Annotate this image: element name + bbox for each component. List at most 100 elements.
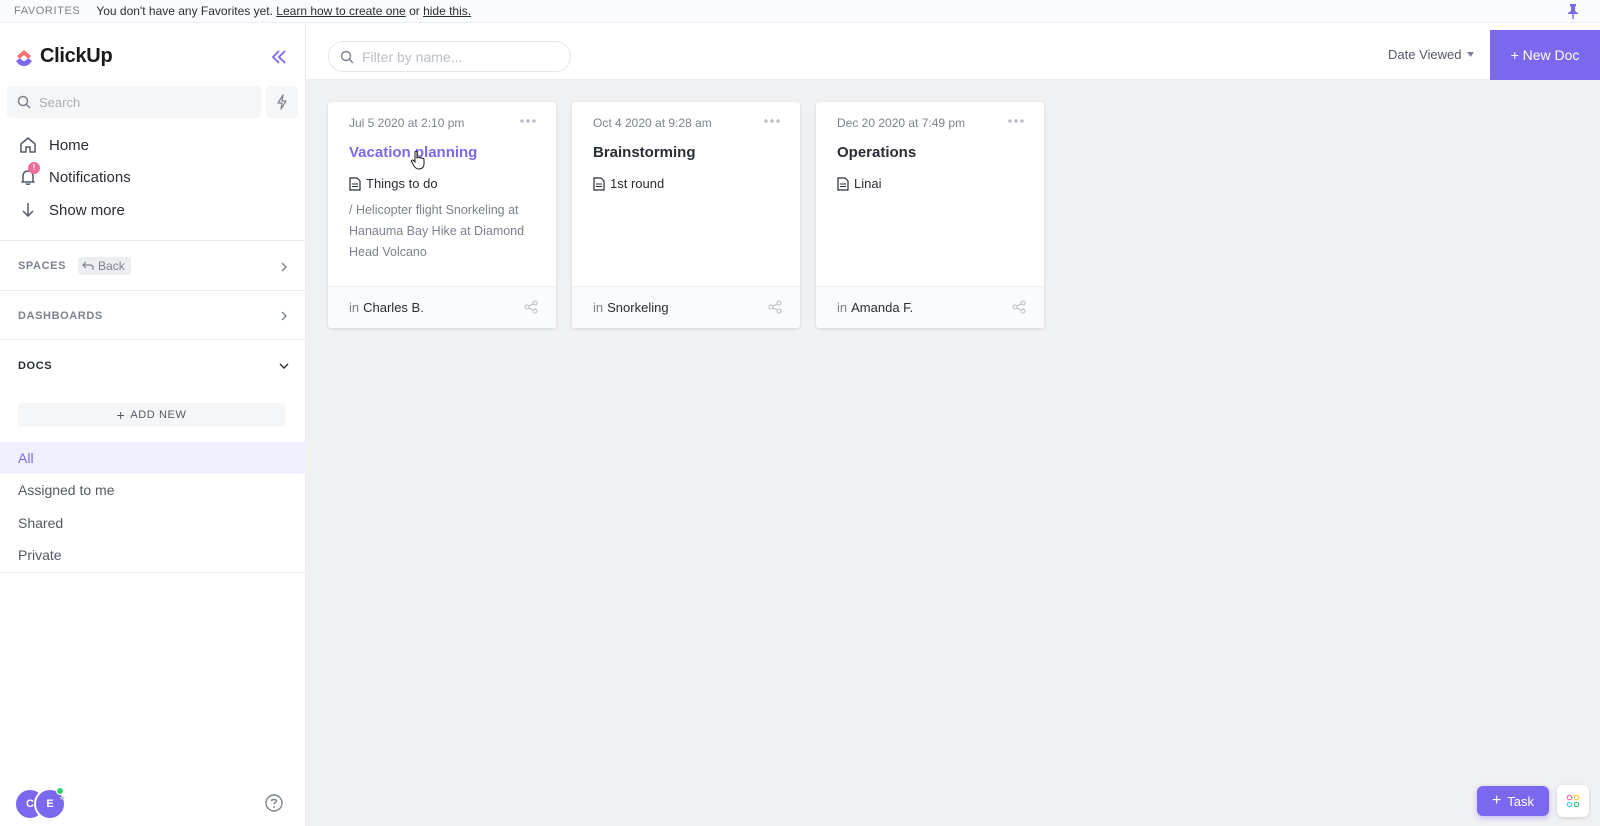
pin-icon[interactable] [1566,3,1580,19]
notification-badge: ! [28,162,40,174]
plus-icon: + [1491,792,1502,809]
doc-card-footer: in Charles B. [328,286,556,328]
doc-filter-assigned[interactable]: Assigned to me [0,474,306,506]
doc-location-prefix: in [349,300,360,315]
search-icon [17,95,31,109]
nav-show-more[interactable]: Show more [18,200,125,220]
caret-down-icon [1467,52,1475,57]
doc-location-prefix: in [837,300,848,315]
share-icon[interactable] [768,300,782,314]
doc-filter-private[interactable]: Private [0,539,306,571]
add-new-label: ADD NEW [130,409,187,421]
add-task-button[interactable]: + Task [1477,786,1549,816]
user-menu[interactable]: C E [14,787,66,820]
share-icon[interactable] [524,300,538,314]
doc-subpage-label: Linai [854,176,882,191]
doc-card[interactable]: Jul 5 2020 at 2:10 pm Vacation planning … [328,102,556,328]
plus-icon: + [116,407,126,423]
nav-notifications[interactable]: ! Notifications [18,162,131,187]
chevron-down-icon [279,363,289,369]
doc-card[interactable]: Dec 20 2020 at 7:49 pm Operations Linai … [816,102,1044,328]
learn-favorites-link[interactable]: Learn how to create one [276,4,405,18]
clickup-logo[interactable]: ClickUp [13,44,113,68]
chevron-right-icon [281,311,287,321]
doc-subpage-label: Things to do [366,176,438,191]
sort-label: Date Viewed [1388,47,1462,62]
document-icon [349,176,361,191]
favorites-message: You don't have any Favorites yet. [96,4,273,18]
doc-preview: / Helicopter flight Snorkeling at Hanaum… [349,203,525,259]
doc-location: in Amanda F. [837,300,913,315]
favorites-bar: FAVORITES You don't have any Favorites y… [0,0,1600,23]
apps-grid-icon [1566,794,1580,808]
doc-subpage[interactable]: Things to do [349,176,438,191]
doc-location-name: Amanda F. [851,300,914,315]
doc-subpage[interactable]: Linai [837,176,881,191]
quick-actions-button[interactable] [266,86,298,118]
logo-text: ClickUp [40,44,113,67]
sidebar-divider [0,339,306,340]
doc-subpage[interactable]: 1st round [593,176,664,191]
more-options-icon[interactable] [1006,115,1026,127]
docs-toolbar: Date Viewed + New Doc [306,23,1600,80]
filter-input[interactable] [362,48,562,65]
nav-home[interactable]: Home [18,135,89,155]
apps-button[interactable] [1557,785,1589,817]
share-icon[interactable] [1012,300,1026,314]
sidebar-divider [0,240,306,241]
dashboards-label: DASHBOARDS [18,310,103,322]
clickup-logo-icon [16,50,32,66]
add-new-doc-button[interactable]: + ADD NEW [18,403,285,427]
spaces-label: SPACES [18,260,67,272]
sidebar-divider [0,290,306,291]
doc-date: Dec 20 2020 at 7:49 pm [837,116,966,130]
doc-location-name: Charles B. [363,300,424,315]
doc-title[interactable]: Operations [837,144,916,161]
section-spaces[interactable]: SPACES Back [18,257,290,275]
doc-date: Oct 4 2020 at 9:28 am [593,116,712,130]
doc-location: in Snorkeling [593,300,669,315]
hide-favorites-link[interactable]: hide this. [423,4,471,18]
doc-title: Vacation planning [349,144,478,161]
doc-filter-label: Assigned to me [18,482,115,498]
sidebar-divider [0,572,306,573]
home-icon [20,137,36,153]
bell-icon: ! [18,162,40,187]
new-doc-button[interactable]: + New Doc [1490,30,1600,80]
docs-label: DOCS [18,360,53,372]
favorites-title: FAVORITES [14,5,81,17]
nav-show-more-label: Show more [49,201,125,219]
document-icon [837,176,849,191]
favorites-or-text: or [409,4,420,18]
caret-down-icon[interactable] [58,794,66,802]
doc-card[interactable]: Oct 4 2020 at 9:28 am Brainstorming 1st … [572,102,800,328]
search-icon [340,50,354,63]
nav-notifications-label: Notifications [49,168,131,186]
doc-filter-label: All [18,450,34,466]
doc-filter-label: Private [18,547,62,563]
doc-location-prefix: in [593,300,604,315]
lightning-icon [277,94,287,110]
arrow-down-icon [22,203,34,218]
spaces-back-button[interactable]: Back [78,257,131,275]
collapse-sidebar-icon[interactable] [268,47,290,67]
doc-filter-shared[interactable]: Shared [0,507,306,539]
sidebar-footer: C E [0,781,306,826]
section-dashboards[interactable]: DASHBOARDS [18,310,290,322]
doc-date: Jul 5 2020 at 2:10 pm [349,116,465,130]
doc-location: in Charles B. [349,300,424,315]
more-options-icon[interactable] [762,115,782,127]
doc-title-link[interactable]: Vacation planning [349,144,477,161]
filter-by-name[interactable] [328,41,571,72]
section-docs[interactable]: DOCS [18,360,290,372]
doc-title[interactable]: Brainstorming [593,144,696,161]
doc-filter-label: Shared [18,515,64,531]
more-options-icon[interactable] [518,115,538,127]
document-icon [593,176,605,191]
doc-filter-all[interactable]: All [0,442,306,474]
sidebar-search[interactable] [7,86,261,118]
nav-home-label: Home [49,136,90,154]
sort-dropdown[interactable]: Date Viewed [1388,47,1475,62]
sidebar-search-input[interactable] [39,94,239,110]
help-icon[interactable] [264,793,284,813]
